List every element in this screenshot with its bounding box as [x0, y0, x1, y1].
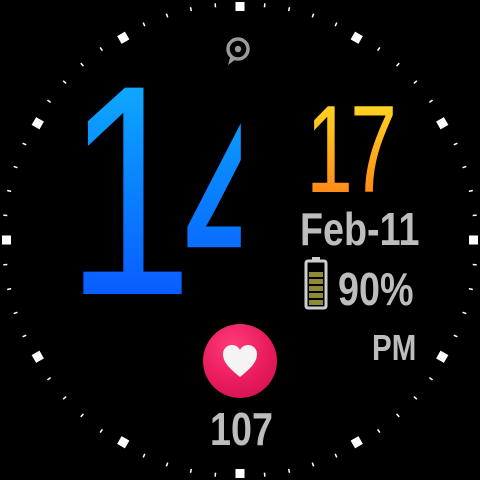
- minute-tick: [13, 311, 18, 315]
- hour-tick: [436, 350, 449, 363]
- minute-tick: [462, 165, 467, 169]
- minute-tick: [165, 13, 169, 18]
- minute-display: 17: [306, 81, 397, 219]
- minute-tick: [263, 3, 266, 8]
- minute-tick: [189, 7, 193, 12]
- heart-rate-badge: [203, 324, 277, 398]
- minute-tick: [7, 189, 12, 193]
- minute-tick: [468, 189, 473, 193]
- minute-tick: [263, 472, 266, 477]
- minute-tick: [396, 62, 400, 67]
- minute-tick: [3, 263, 8, 266]
- battery-level-segment: [309, 279, 323, 284]
- hour-tick: [436, 117, 449, 130]
- heart-icon: [223, 345, 257, 377]
- minute-tick: [376, 428, 381, 433]
- minute-tick: [462, 311, 467, 315]
- minute-tick: [142, 453, 146, 458]
- minute-tick: [334, 453, 338, 458]
- hour-tick: [117, 436, 130, 449]
- ampm-indicator: PM: [372, 327, 417, 368]
- minute-tick: [413, 396, 418, 400]
- minute-tick: [468, 287, 473, 291]
- minute-tick: [47, 376, 52, 381]
- hour-tick: [235, 469, 245, 478]
- minute-tick: [165, 462, 169, 467]
- minute-tick: [13, 165, 18, 169]
- battery-icon: [304, 257, 328, 310]
- minute-tick: [189, 468, 193, 473]
- minute-tick: [311, 462, 315, 467]
- minute-tick: [3, 214, 8, 217]
- battery-level-segment: [309, 300, 323, 305]
- minute-tick: [287, 7, 291, 12]
- date-label: Feb-11: [300, 203, 420, 255]
- hour-tick: [469, 235, 478, 245]
- battery-level-segment: [309, 286, 323, 291]
- minute-tick: [62, 396, 67, 400]
- hour-tick: [31, 117, 44, 130]
- watch-face: 14 17 Feb-11 90% PM 107: [0, 0, 480, 480]
- minute-tick: [99, 428, 104, 433]
- battery-level-segment: [309, 293, 323, 298]
- minute-tick: [453, 334, 458, 338]
- minute-tick: [214, 472, 217, 477]
- hour-tick: [235, 2, 245, 11]
- hour-display: 14: [66, 22, 309, 358]
- minute-tick: [413, 80, 418, 84]
- hour-tick: [350, 436, 363, 449]
- minute-tick: [396, 413, 400, 418]
- minute-tick: [453, 142, 458, 146]
- minute-tick: [22, 334, 27, 338]
- minute-tick: [334, 22, 338, 27]
- minute-tick: [214, 3, 217, 8]
- minute-tick: [22, 142, 27, 146]
- minute-tick: [472, 263, 477, 266]
- minute-tick: [287, 468, 291, 473]
- minute-tick: [80, 413, 84, 418]
- minute-tick: [7, 287, 12, 291]
- minute-tick: [47, 99, 52, 104]
- minute-tick: [472, 214, 477, 217]
- minute-tick: [428, 99, 433, 104]
- heart-rate-value: 107: [210, 403, 273, 455]
- minute-tick: [311, 13, 315, 18]
- minute-tick: [428, 376, 433, 381]
- minute-tick: [376, 47, 381, 52]
- battery-percentage: 90%: [338, 263, 414, 315]
- hour-tick: [350, 31, 363, 44]
- battery-level-segment: [309, 272, 323, 277]
- hour-tick: [2, 235, 11, 245]
- hour-tick: [31, 350, 44, 363]
